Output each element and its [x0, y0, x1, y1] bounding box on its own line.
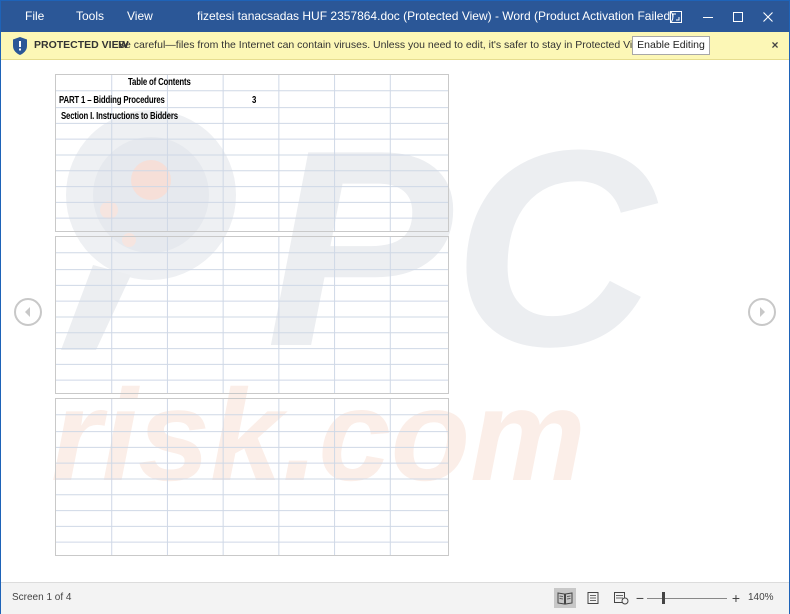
book-icon	[557, 592, 573, 605]
zoom-slider-thumb[interactable]	[662, 592, 665, 604]
menu-tools[interactable]: Tools	[76, 1, 104, 32]
next-page-button[interactable]	[748, 298, 776, 326]
close-message-bar-icon[interactable]: ×	[768, 37, 782, 53]
toc-title: Table of Contents	[128, 77, 191, 88]
screen-indicator: Screen 1 of 4	[12, 592, 72, 603]
document-page-2	[55, 236, 449, 394]
document-viewport: PC risk.com Table of Contents PART 1 – B…	[1, 60, 789, 581]
print-layout-button[interactable]	[582, 588, 604, 608]
web-layout-icon	[614, 592, 629, 605]
title-bar: File Tools View fizetesi tanacsadas HUF …	[1, 1, 789, 32]
toc-entry-part1: PART 1 – Bidding Procedures	[59, 95, 165, 106]
table-grid	[56, 399, 448, 555]
close-button[interactable]	[753, 1, 783, 32]
previous-page-button[interactable]	[14, 298, 42, 326]
window-title: fizetesi tanacsadas HUF 2357864.doc (Pro…	[197, 9, 675, 23]
table-grid	[56, 237, 448, 393]
close-icon	[763, 11, 773, 22]
status-bar: Screen 1 of 4 − + 140%	[1, 582, 789, 614]
fullscreen-button[interactable]	[661, 1, 691, 32]
read-mode-button[interactable]	[554, 588, 576, 608]
protected-view-message: Be careful—files from the Internet can c…	[118, 39, 648, 51]
protected-view-bar: PROTECTED VIEW Be careful—files from the…	[1, 32, 789, 60]
menu-file[interactable]: File	[25, 1, 44, 32]
fullscreen-icon	[670, 10, 682, 23]
minimize-icon	[703, 16, 713, 18]
document-page-1: Table of Contents PART 1 – Bidding Proce…	[55, 74, 449, 232]
chevron-left-icon	[25, 307, 30, 317]
minimize-button[interactable]	[693, 1, 723, 32]
maximize-button[interactable]	[723, 1, 753, 32]
zoom-in-button[interactable]: +	[730, 583, 742, 613]
toc-entry-part1-page: 3	[252, 95, 257, 106]
toc-entry-section1: Section I. Instructions to Bidders	[61, 111, 178, 122]
web-layout-button[interactable]	[610, 588, 632, 608]
page-icon	[587, 592, 599, 604]
menu-view[interactable]: View	[127, 1, 153, 32]
zoom-level[interactable]: 140%	[748, 583, 774, 613]
zoom-out-button[interactable]: −	[634, 583, 646, 613]
shield-icon	[13, 37, 27, 55]
maximize-icon	[733, 11, 743, 22]
word-window: File Tools View fizetesi tanacsadas HUF …	[0, 0, 790, 614]
enable-editing-button[interactable]: Enable Editing	[632, 36, 710, 55]
document-page-3	[55, 398, 449, 556]
zoom-slider-track[interactable]	[647, 598, 727, 599]
protected-view-label: PROTECTED VIEW	[34, 39, 129, 51]
chevron-right-icon	[760, 307, 765, 317]
